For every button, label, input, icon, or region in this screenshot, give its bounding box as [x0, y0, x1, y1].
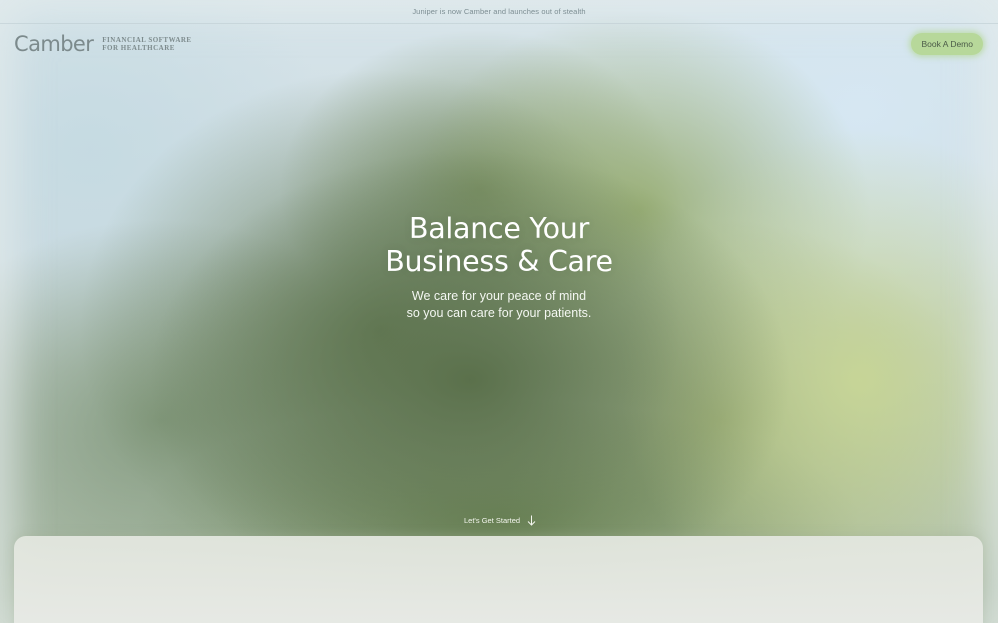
arrow-down-icon [527, 515, 536, 526]
get-started-link[interactable]: Let's Get Started [464, 515, 536, 526]
brand-logo[interactable]: Camber FINANCIAL SOFTWARE FOR HEALTHCARE [14, 31, 192, 56]
hero-subtitle-line-1: We care for your peace of mind [411, 289, 587, 303]
get-started-label: Let's Get Started [464, 516, 521, 525]
announcement-bar: Juniper is now Camber and launches out o… [0, 0, 998, 24]
site-header: Camber FINANCIAL SOFTWARE FOR HEALTHCARE… [14, 30, 983, 58]
announcement-link[interactable]: Juniper is now Camber and launches out o… [412, 7, 585, 16]
tagline-line-1: FINANCIAL SOFTWARE [102, 35, 192, 44]
book-demo-button[interactable]: Book A Demo [911, 33, 983, 55]
logo-wordmark: Camber [14, 31, 94, 56]
hero-title-line-1: Balance Your [409, 212, 589, 245]
hero-section: Balance Your Business & Care We care for… [0, 212, 998, 321]
logo-tagline: FINANCIAL SOFTWARE FOR HEALTHCARE [102, 36, 191, 52]
hero-title: Balance Your Business & Care [0, 212, 998, 278]
hero-subtitle-line-2: so you can care for your patients. [406, 305, 592, 320]
tagline-line-2: FOR HEALTHCARE [102, 44, 175, 52]
content-card [14, 536, 983, 623]
hero-subtitle: We care for your peace of mind so you ca… [0, 288, 998, 321]
page: Juniper is now Camber and launches out o… [0, 0, 998, 623]
hero-title-line-2: Business & Care [385, 245, 613, 278]
